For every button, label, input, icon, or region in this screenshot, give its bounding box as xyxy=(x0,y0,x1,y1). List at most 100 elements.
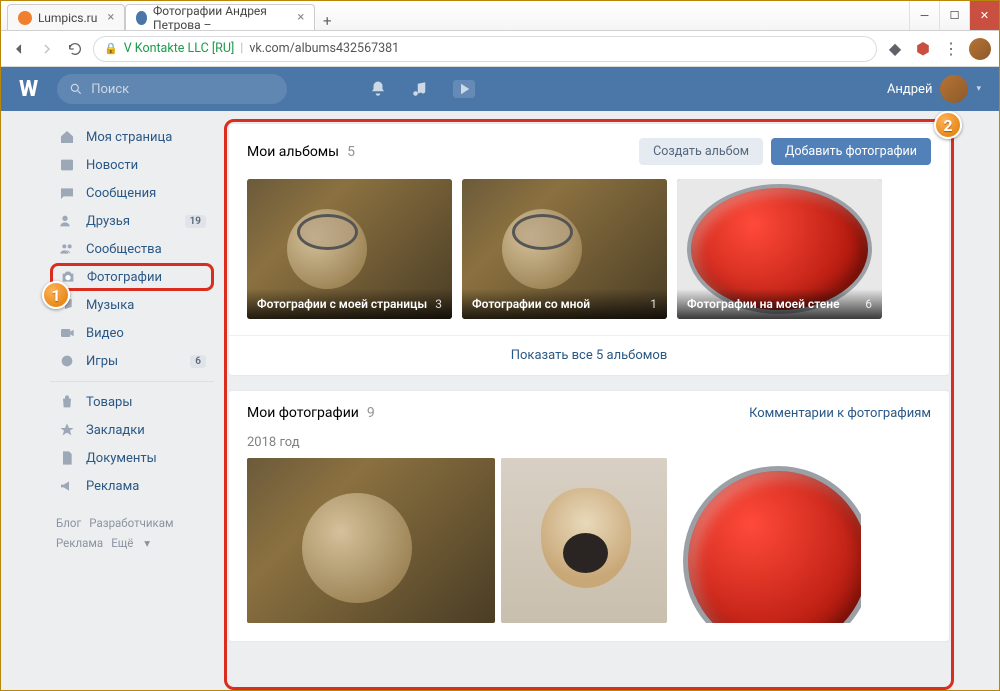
photo-image xyxy=(247,458,495,623)
sidebar-item-video[interactable]: Видео xyxy=(50,319,214,347)
sidebar-item-home[interactable]: Моя страница xyxy=(50,123,214,151)
photo-image xyxy=(673,458,861,623)
new-tab-button[interactable]: + xyxy=(315,12,339,30)
bag-icon xyxy=(58,393,76,411)
lock-icon: 🔒 xyxy=(104,42,118,55)
groups-icon xyxy=(58,240,76,258)
doc-icon xyxy=(58,449,76,467)
reload-button[interactable] xyxy=(65,39,85,59)
photo-thumb[interactable] xyxy=(247,458,495,623)
sidebar-item-ads[interactable]: Реклама xyxy=(50,472,214,500)
sidebar-item-messages[interactable]: Сообщения xyxy=(50,179,214,207)
footer-link[interactable]: Разработчикам xyxy=(89,516,173,530)
star-icon xyxy=(58,421,76,439)
sidebar-item-label: Реклама xyxy=(86,479,139,494)
music-icon[interactable] xyxy=(411,80,429,98)
photos-card: Мои фотографии 9 Комментарии к фотографи… xyxy=(228,390,950,642)
extension-icon[interactable]: ◆ xyxy=(885,39,905,59)
sidebar-item-label: Закладки xyxy=(86,423,145,438)
photo-thumb[interactable] xyxy=(501,458,667,623)
url-path: vk.com/albums432567381 xyxy=(249,41,399,56)
sidebar-item-friends[interactable]: Друзья19 xyxy=(50,207,214,235)
address-bar[interactable]: 🔒 V Kontakte LLC [RU] | vk.com/albums432… xyxy=(93,36,877,62)
album-thumb[interactable]: Фотографии со мной1 xyxy=(462,179,667,319)
sidebar-item-label: Товары xyxy=(86,395,132,410)
albums-card: Мои альбомы 5 Создать альбом Добавить фо… xyxy=(228,123,950,376)
notifications-icon[interactable] xyxy=(369,80,387,98)
album-thumb[interactable]: Фотографии на моей стене 6 xyxy=(677,179,882,319)
sidebar-item-label: Игры xyxy=(86,354,118,369)
sidebar-item-label: Сообщества xyxy=(86,242,162,257)
photo-image xyxy=(501,458,667,623)
favicon xyxy=(136,11,147,25)
message-icon xyxy=(58,184,76,202)
badge: 6 xyxy=(190,355,206,368)
album-count: 1 xyxy=(650,297,657,311)
create-album-button[interactable]: Создать альбом xyxy=(639,138,763,165)
footer-link[interactable]: Ещё ▾ xyxy=(111,536,150,550)
sidebar-item-market[interactable]: Товары xyxy=(50,388,214,416)
username: Андрей xyxy=(887,82,933,97)
close-icon[interactable]: × xyxy=(107,10,114,25)
favicon xyxy=(18,11,32,25)
search-icon xyxy=(69,82,83,96)
album-title: Фотографии на моей стене xyxy=(687,297,840,311)
games-icon xyxy=(58,352,76,370)
albums-title: Мои альбомы xyxy=(247,144,339,160)
window-maximize-button[interactable]: ☐ xyxy=(939,1,969,30)
photo-thumb[interactable] xyxy=(673,458,861,623)
browser-tab[interactable]: Фотографии Андрея Петрова – × xyxy=(125,4,315,30)
friends-icon xyxy=(58,212,76,230)
sidebar-item-label: Документы xyxy=(86,451,157,466)
show-all-albums-link[interactable]: Показать все 5 альбомов xyxy=(229,335,949,375)
back-button[interactable] xyxy=(9,39,29,59)
forward-button[interactable] xyxy=(37,39,57,59)
home-icon xyxy=(58,128,76,146)
browser-titlebar: Lumpics.ru × Фотографии Андрея Петрова –… xyxy=(1,1,999,31)
chevron-down-icon: ▾ xyxy=(976,84,981,94)
add-photos-button[interactable]: Добавить фотографии xyxy=(771,138,931,165)
window-minimize-button[interactable]: ─ xyxy=(909,1,939,30)
sidebar-item-news[interactable]: Новости xyxy=(50,151,214,179)
browser-profile-avatar[interactable] xyxy=(969,38,991,60)
main-content: 2 Мои альбомы 5 Создать альбом Добавить … xyxy=(228,123,950,690)
sidebar-item-groups[interactable]: Сообщества xyxy=(50,235,214,263)
sidebar-item-label: Фотографии xyxy=(87,270,162,285)
window-close-button[interactable]: ✕ xyxy=(969,1,999,30)
sidebar-item-docs[interactable]: Документы xyxy=(50,444,214,472)
divider xyxy=(50,381,214,382)
browser-tab[interactable]: Lumpics.ru × xyxy=(7,4,125,30)
badge: 19 xyxy=(185,215,206,228)
year-label: 2018 год xyxy=(229,435,949,458)
search-placeholder: Поиск xyxy=(91,82,129,97)
sidebar-item-label: Новости xyxy=(86,158,138,173)
sidebar-item-label: Моя страница xyxy=(86,130,172,145)
sidebar-item-photos[interactable]: Фотографии xyxy=(50,263,214,291)
video-icon[interactable] xyxy=(453,80,475,98)
album-count: 6 xyxy=(865,297,872,311)
photo-comments-link[interactable]: Комментарии к фотографиям xyxy=(749,406,931,421)
footer-link[interactable]: Реклама xyxy=(56,536,103,550)
user-menu[interactable]: Андрей ▾ xyxy=(887,75,981,103)
url-org: V Kontakte LLC [RU] xyxy=(124,41,235,56)
vk-logo[interactable]: W xyxy=(19,77,37,102)
avatar xyxy=(940,75,968,103)
album-title: Фотографии с моей страницы xyxy=(257,297,427,311)
photos-title: Мои фотографии xyxy=(247,405,359,421)
album-count: 3 xyxy=(435,297,442,311)
extension-icon[interactable]: ⬢ xyxy=(913,39,933,59)
close-icon[interactable]: × xyxy=(297,10,304,25)
sidebar-footer-links: Блог Разработчикам Реклама Ещё ▾ xyxy=(50,514,214,553)
sidebar-item-games[interactable]: Игры 6 xyxy=(50,347,214,375)
sidebar-item-label: Музыка xyxy=(86,298,134,313)
sidebar-item-bookmarks[interactable]: Закладки xyxy=(50,416,214,444)
footer-link[interactable]: Блог xyxy=(56,516,81,530)
tab-title: Фотографии Андрея Петрова – xyxy=(153,4,287,32)
search-input[interactable]: Поиск xyxy=(57,74,287,104)
video-icon xyxy=(58,324,76,342)
sidebar-item-music[interactable]: Музыка xyxy=(50,291,214,319)
album-thumb[interactable]: Фотографии с моей страницы 3 xyxy=(247,179,452,319)
menu-icon[interactable]: ⋮ xyxy=(941,39,961,59)
photos-count: 9 xyxy=(367,405,375,421)
sidebar-item-label: Видео xyxy=(86,326,124,341)
